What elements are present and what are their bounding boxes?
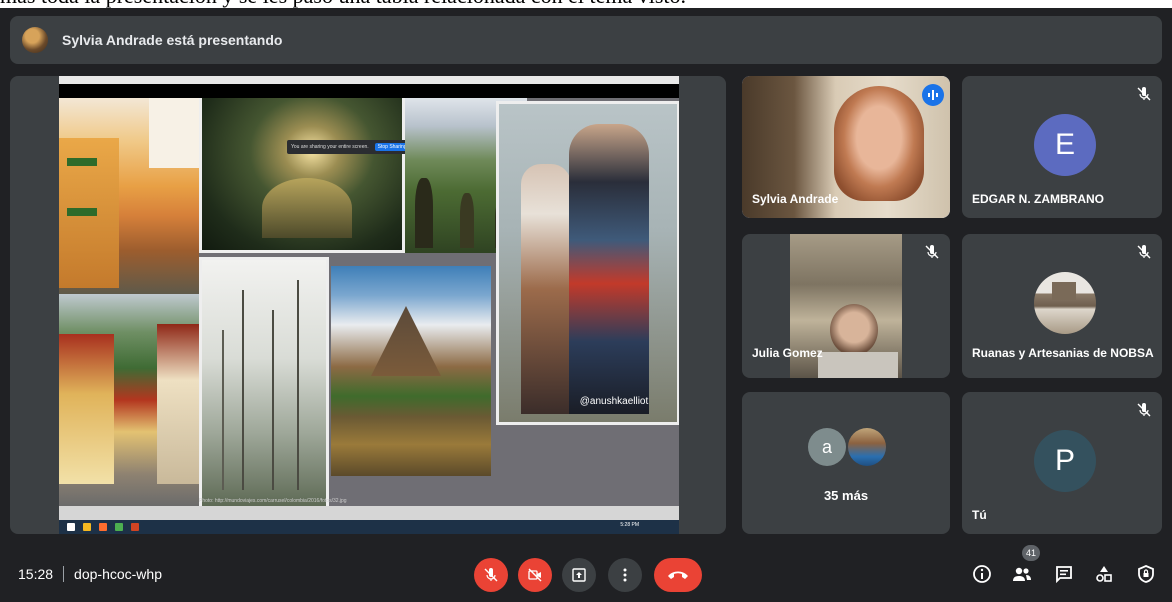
meeting-time: 15:28 [18,566,54,582]
avatar: a [808,428,846,466]
leave-call-button[interactable] [654,558,702,592]
activities-icon [1096,566,1112,582]
taskbar-clock: 5:28 PM [620,522,639,528]
meeting-control-bar: 15:28 dop-hcoc-whp 41 [0,545,1172,602]
participant-name: Julia Gomez [752,346,823,360]
more-options-icon [623,568,627,582]
activities-button[interactable] [1092,562,1116,586]
more-participants-label: 35 más [823,488,869,503]
mic-off-icon [1137,403,1151,417]
chat-button[interactable] [1052,562,1076,586]
camera-off-icon [528,568,542,582]
avatar: P [1034,430,1096,492]
host-controls-button[interactable] [1134,562,1158,586]
avatar [1034,272,1096,334]
photo-mountain-town [59,294,199,506]
participant-tile-more[interactable]: a 35 más [742,392,950,534]
people-icon [1013,567,1031,581]
chrome-icon [115,523,123,531]
participant-name: Tú [972,508,987,522]
mic-off-icon [484,568,498,582]
presenting-banner: Sylvia Andrade está presentando [10,16,1162,64]
shared-window-titlebar [59,76,679,84]
photo-river-sunset [199,98,405,253]
avatar: E [1034,114,1096,176]
participant-name: Ruanas y Artesanias de NOBSA [972,346,1154,360]
participant-name: Sylvia Andrade [752,192,839,206]
meeting-code: dop-hcoc-whp [74,566,162,582]
photo-credit-handle: @anushkaelliot [579,396,649,407]
presenter-avatar [22,27,48,53]
camera-toggle-button[interactable] [518,558,552,592]
photo-colonial-street [59,98,199,294]
present-icon [572,568,586,582]
meeting-info: 15:28 dop-hcoc-whp [18,566,162,582]
document-caption: más toda la presentación y se les pasó u… [0,0,1172,8]
meeting-details-button[interactable] [970,562,994,586]
show-everyone-button[interactable] [1010,562,1034,586]
photo-wax-palms [199,257,329,506]
mic-off-icon [1137,245,1151,259]
more-options-button[interactable] [608,558,642,592]
powerpoint-status-bar [59,506,679,520]
windows-start-icon [67,523,75,531]
folder-icon [83,523,91,531]
photo-source-link: Photo: http://mundoviajes.com/carrusel/c… [199,498,347,504]
mic-off-icon [1137,87,1151,101]
slide-collage: You are sharing your entire screen. Stop… [59,98,679,506]
windows-taskbar: 5:28 PM [59,520,679,534]
host-controls-icon [1138,565,1154,583]
presentation-stage[interactable]: You are sharing your entire screen. Stop… [10,76,726,534]
mic-toggle-button[interactable] [474,558,508,592]
hang-up-icon [668,571,688,579]
participant-tile-edgar[interactable]: E EDGAR N. ZAMBRANO [962,76,1162,218]
info-icon [973,565,991,583]
present-now-button[interactable] [562,558,596,592]
mic-off-icon [925,245,939,259]
speaking-indicator-icon [922,84,944,106]
photo-mountain-clouds [331,266,491,476]
chat-icon [1056,566,1072,584]
meet-window: Sylvia Andrade está presentando You are … [0,8,1172,602]
shared-screen: You are sharing your entire screen. Stop… [59,76,679,534]
firefox-icon [99,523,107,531]
participant-tile-sylvia[interactable]: Sylvia Andrade [742,76,950,218]
participant-tile-ruanas[interactable]: Ruanas y Artesanias de NOBSA [962,234,1162,378]
powerpoint-icon [131,523,139,531]
avatar [848,428,886,466]
participant-name: EDGAR N. ZAMBRANO [972,192,1104,206]
participant-tile-self[interactable]: P Tú [962,392,1162,534]
people-count-badge: 41 [1022,545,1040,561]
photo-fashion-models: @anushkaelliot [496,101,679,425]
presenting-text: Sylvia Andrade está presentando [62,32,283,48]
participant-tile-julia[interactable]: Julia Gomez [742,234,950,378]
